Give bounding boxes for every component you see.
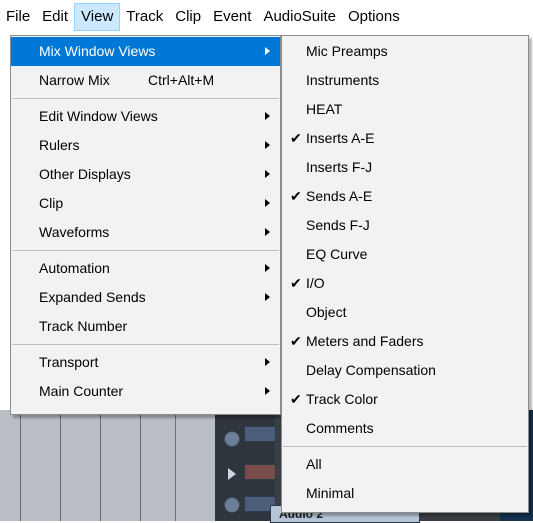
view-menu-item-expanded-sends[interactable]: Expanded Sends <box>11 283 280 312</box>
submenu-item-mic-preamps[interactable]: Mic Preamps <box>282 37 528 66</box>
expand-toggle-icon[interactable] <box>224 497 240 513</box>
menu-item-label: I/O <box>306 275 325 291</box>
strip-divider <box>140 410 141 521</box>
menu-separator <box>12 98 279 99</box>
menu-event[interactable]: Event <box>207 3 257 31</box>
menu-item-label: Sends A-E <box>306 188 373 204</box>
view-menu-item-rulers[interactable]: Rulers <box>11 131 280 160</box>
menu-item-label: All <box>306 456 322 472</box>
menu-item-label: Track Color <box>306 391 378 407</box>
submenu-arrow-icon <box>265 112 270 120</box>
submenu-arrow-icon <box>265 141 270 149</box>
strip-divider <box>175 410 176 521</box>
submenu-arrow-icon <box>265 264 270 272</box>
view-menu-item-edit-window-views[interactable]: Edit Window Views <box>11 102 280 131</box>
view-menu: Mix Window Views Narrow Mix Ctrl+Alt+M Edit… <box>10 35 281 415</box>
submenu-item-delay-compensation[interactable]: Delay Compensation <box>282 356 528 385</box>
checkmark-icon: ✔ <box>290 275 302 291</box>
menu-view[interactable]: View <box>74 3 121 31</box>
submenu-arrow-icon <box>265 47 270 55</box>
submenu-arrow-icon <box>265 293 270 301</box>
menu-item-label: Clip <box>39 195 64 211</box>
submenu-arrow-icon <box>265 387 270 395</box>
view-menu-item-main-counter[interactable]: Main Counter <box>11 377 280 406</box>
checkmark-icon: ✔ <box>290 130 302 146</box>
menu-item-label: Expanded Sends <box>39 289 146 305</box>
menu-item-label: Main Counter <box>39 383 124 399</box>
submenu-item-inserts-f-j[interactable]: Inserts F-J <box>282 153 528 182</box>
menu-item-label: Inserts A-E <box>306 130 375 146</box>
menu-item-label: Other Displays <box>39 166 131 182</box>
menu-item-label: Mic Preamps <box>306 43 388 59</box>
submenu-item-sends-a-e[interactable]: ✔ Sends A-E <box>282 182 528 211</box>
view-menu-item-other-displays[interactable]: Other Displays <box>11 160 280 189</box>
menu-separator <box>12 344 279 345</box>
menu-options[interactable]: Options <box>342 3 406 31</box>
submenu-item-track-color[interactable]: ✔ Track Color <box>282 385 528 414</box>
menu-item-label: Inserts F-J <box>306 159 373 175</box>
menu-item-label: Delay Compensation <box>306 362 436 378</box>
view-menu-item-narrow-mix[interactable]: Narrow Mix Ctrl+Alt+M <box>11 66 280 95</box>
checkmark-icon: ✔ <box>290 188 302 204</box>
menu-item-shortcut: Ctrl+Alt+M <box>148 72 215 88</box>
submenu-arrow-icon <box>265 199 270 207</box>
submenu-arrow-icon <box>265 358 270 366</box>
checkmark-icon: ✔ <box>290 333 302 349</box>
submenu-item-meters-and-faders[interactable]: ✔ Meters and Faders <box>282 327 528 356</box>
menu-item-label: Narrow Mix <box>39 72 110 88</box>
menu-item-label: Object <box>306 304 347 320</box>
view-menu-item-automation[interactable]: Automation <box>11 254 280 283</box>
menu-clip[interactable]: Clip <box>169 3 207 31</box>
menu-edit[interactable]: Edit <box>36 3 74 31</box>
submenu-item-heat[interactable]: HEAT <box>282 95 528 124</box>
insert-slot[interactable] <box>244 426 276 442</box>
submenu-item-eq-curve[interactable]: EQ Curve <box>282 240 528 269</box>
insert-slot[interactable] <box>244 464 276 480</box>
submenu-item-i-o[interactable]: ✔ I/O <box>282 269 528 298</box>
menu-item-label: Meters and Faders <box>306 333 424 349</box>
submenu-item-instruments[interactable]: Instruments <box>282 66 528 95</box>
submenu-item-object[interactable]: Object <box>282 298 528 327</box>
menu-item-label: HEAT <box>306 101 343 117</box>
menu-item-label: Waveforms <box>39 224 110 240</box>
expand-toggle-icon[interactable] <box>224 431 240 447</box>
menu-file[interactable]: File <box>0 3 36 31</box>
submenu-item-sends-f-j[interactable]: Sends F-J <box>282 211 528 240</box>
view-menu-item-clip[interactable]: Clip <box>11 189 280 218</box>
menu-item-label: Edit Window Views <box>39 108 158 124</box>
strip-divider <box>100 410 101 521</box>
menu-bar: File Edit View Track Clip Event AudioSuite Opti… <box>0 0 533 34</box>
menu-item-label: Sends F-J <box>306 217 370 233</box>
play-icon[interactable] <box>228 468 236 480</box>
submenu-item-minimal[interactable]: Minimal <box>282 479 528 508</box>
view-menu-item-waveforms[interactable]: Waveforms <box>11 218 280 247</box>
submenu-item-all[interactable]: All <box>282 450 528 479</box>
submenu-item-comments[interactable]: Comments <box>282 414 528 443</box>
submenu-arrow-icon <box>265 170 270 178</box>
menu-item-label: Automation <box>39 260 110 276</box>
strip-divider <box>20 410 21 521</box>
submenu-item-inserts-a-e[interactable]: ✔ Inserts A-E <box>282 124 528 153</box>
mix-window-views-submenu: Mic Preamps Instruments HEAT ✔ Inserts A-E In… <box>281 35 529 513</box>
menu-track[interactable]: Track <box>120 3 169 31</box>
view-menu-item-transport[interactable]: Transport <box>11 348 280 377</box>
menu-item-label: Instruments <box>306 72 380 88</box>
menu-item-label: Mix Window Views <box>39 43 156 59</box>
menu-item-label: Minimal <box>306 485 355 501</box>
menu-separator <box>12 250 279 251</box>
menu-item-label: Rulers <box>39 137 80 153</box>
menu-item-label: Comments <box>306 420 374 436</box>
menu-audiosuite[interactable]: AudioSuite <box>257 3 342 31</box>
checkmark-icon: ✔ <box>290 391 302 407</box>
menu-item-label: EQ Curve <box>306 246 368 262</box>
track-strip <box>0 410 215 521</box>
view-menu-item-mix-window-views[interactable]: Mix Window Views <box>11 37 280 66</box>
view-menu-item-track-number[interactable]: Track Number <box>11 312 280 341</box>
menu-separator <box>283 446 527 447</box>
strip-divider <box>60 410 61 521</box>
menu-item-label: Track Number <box>39 318 128 334</box>
submenu-arrow-icon <box>265 228 270 236</box>
menu-item-label: Transport <box>39 354 99 370</box>
